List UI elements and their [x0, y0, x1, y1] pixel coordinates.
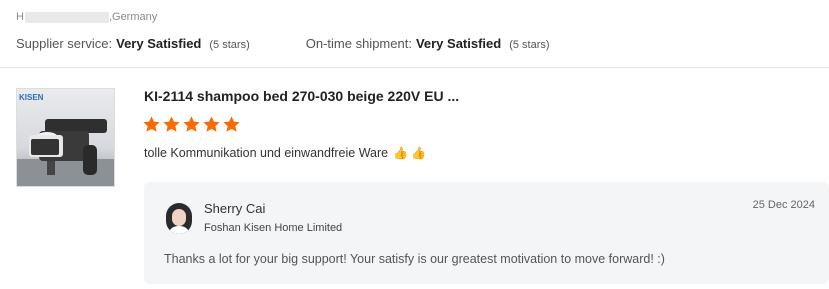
star-icon [223, 116, 240, 132]
supplier-service-value: Very Satisfied [116, 36, 202, 51]
brand-logo: KISEN [19, 93, 44, 102]
product-title[interactable]: KI-2114 shampoo bed 270-030 beige 220V E… [144, 88, 459, 104]
reviewer-name: H [16, 11, 24, 23]
seller-name: Sherry Cai [204, 201, 266, 216]
supplier-service-stars: (5 stars) [209, 39, 250, 51]
thumbs-up-icon: 👍 👍 [393, 146, 427, 160]
reviewer-country: ,Germany [108, 11, 158, 23]
avatar [166, 203, 192, 234]
star-icon [183, 116, 200, 132]
star-icon [203, 116, 220, 132]
shampoo-bed-image [17, 119, 114, 186]
shipment-value: Very Satisfied [415, 36, 502, 51]
star-icon [143, 116, 160, 132]
ratings-summary: Supplier service: Very Satisfied (5 star… [16, 36, 550, 51]
shipment-label: On-time shipment: [305, 36, 412, 51]
star-icon [163, 116, 180, 132]
review-text: tolle Kommunikation und einwandfreie War… [144, 146, 389, 160]
reviewer-info: H ,Germany [16, 11, 157, 23]
seller-company: Foshan Kisen Home Limited [204, 222, 343, 234]
review-comment: tolle Kommunikation und einwandfreie War… [144, 146, 426, 160]
supplier-service-label: Supplier service: [16, 36, 113, 51]
reviewer-name-redacted [24, 11, 109, 23]
product-thumbnail[interactable]: KISEN [16, 88, 115, 187]
reply-date: 25 Dec 2024 [752, 199, 815, 211]
shipment-stars: (5 stars) [509, 39, 550, 51]
reply-text: Thanks a lot for your big support! Your … [164, 252, 665, 266]
section-divider [0, 67, 829, 68]
product-rating-stars [142, 115, 242, 134]
seller-reply: Sherry Cai Foshan Kisen Home Limited 25 … [144, 182, 829, 284]
